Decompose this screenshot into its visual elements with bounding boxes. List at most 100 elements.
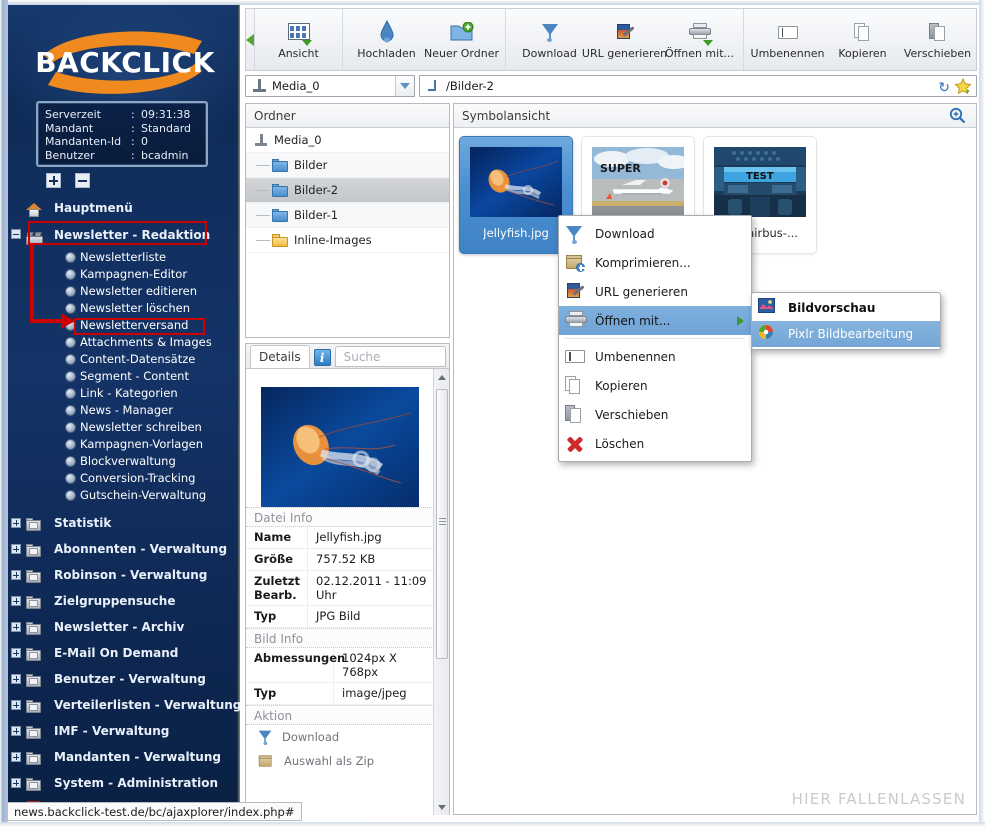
details-scrollbar[interactable] (433, 369, 449, 815)
expand-icon[interactable] (11, 570, 21, 580)
toolbar-button-verschieben[interactable]: Verschieben (900, 14, 975, 66)
sidebar-item-conversion-tracking[interactable]: Conversion-Tracking (8, 470, 240, 487)
search-input[interactable]: Suche (334, 346, 446, 367)
expand-icon[interactable] (11, 648, 21, 658)
submenu-item-pixlr[interactable]: Pixlr Bildbearbeitung (752, 321, 940, 347)
sidebar-item-newsletter-loeschen[interactable]: Newsletter löschen (8, 300, 240, 317)
sidebar-item-kampagnen-editor[interactable]: Kampagnen-Editor (8, 266, 240, 283)
toolbar-button-oeffnen-mit[interactable]: Öffnen mit... (662, 14, 737, 66)
view-grid-icon (287, 19, 312, 46)
tree-item-inline-images[interactable]: Inline-Images (246, 228, 449, 253)
bullet-icon (66, 440, 75, 449)
context-menu-item-url-generieren[interactable]: URL generieren (559, 277, 751, 306)
toolbar-button-umbenennen[interactable]: Umbenennen (750, 14, 825, 66)
status-bar-url: news.backclick-test.de/bc/ajaxplorer/ind… (8, 802, 302, 821)
tree-item-label: Bilder-1 (294, 207, 339, 222)
expand-icon[interactable] (11, 778, 21, 788)
sidebar-item-link-kategorien[interactable]: Link - Kategorien (8, 385, 240, 402)
collapse-icon[interactable] (11, 229, 21, 239)
toolbar-button-loeschen[interactable]: Löschen (975, 14, 985, 66)
parent-folder-icon[interactable] (426, 78, 442, 94)
sidebar-item-newsletter-editieren[interactable]: Newsletter editieren (8, 283, 240, 300)
sidebar-item-statistik[interactable]: Statistik (8, 510, 240, 536)
tree-root-item[interactable]: Media_0 (246, 128, 449, 153)
sidebar-item-abonnenten-verwaltung[interactable]: Abonnenten - Verwaltung (8, 536, 240, 562)
sidebar-item-newsletterliste[interactable]: Newsletterliste (8, 249, 240, 266)
toolbar-button-kopieren[interactable]: Kopieren (825, 14, 900, 66)
sidebar-item-hauptmenu[interactable]: Hauptmenü (8, 195, 240, 221)
sidebar-item-newsletter-schreiben[interactable]: Newsletter schreiben (8, 419, 240, 436)
collapse-all-button[interactable] (75, 173, 91, 188)
toolbar-button-download[interactable]: Download (512, 14, 587, 66)
expand-icon[interactable] (11, 518, 21, 528)
folder-tree-panel: Ordner Media_0 Bilder Bilder-2 Bilder-1 (245, 103, 450, 338)
context-menu-item-komprimieren[interactable]: Komprimieren... (559, 248, 751, 277)
tree-item-label: Bilder (294, 157, 328, 172)
repository-select[interactable]: Media_0 (245, 75, 415, 97)
toolbar-button-ansicht[interactable]: Ansicht (261, 14, 336, 66)
toolbar-button-url-generieren[interactable]: URL generieren (582, 14, 667, 66)
scroll-down-button[interactable] (434, 799, 450, 815)
sidebar-item-robinson-verwaltung[interactable]: Robinson - Verwaltung (8, 562, 240, 588)
sidebar-item-imf-verwaltung[interactable]: IMF - Verwaltung (8, 718, 240, 744)
expand-icon[interactable] (11, 752, 21, 762)
toolbar-button-neuer-ordner[interactable]: Neuer Ordner (424, 14, 499, 66)
sidebar-item-newsletter-archiv[interactable]: Newsletter - Archiv (8, 614, 240, 640)
action-download[interactable]: Download (246, 725, 434, 749)
refresh-icon[interactable]: ↻ (938, 79, 950, 96)
sidebar-item-verteilerlisten-verwaltung[interactable]: Verteilerlisten - Verwaltung (8, 692, 240, 718)
expand-icon[interactable] (11, 726, 21, 736)
expand-icon[interactable] (11, 674, 21, 684)
sidebar-item-mandanten-verwaltung[interactable]: Mandanten - Verwaltung (8, 744, 240, 770)
submenu-item-label: Bildvorschau (788, 301, 876, 315)
scroll-up-button[interactable] (434, 369, 449, 385)
context-menu-item-umbenennen[interactable]: Umbenennen (559, 342, 751, 371)
sidebar-item-attachments-images[interactable]: Attachments & Images (8, 334, 240, 351)
sidebar-item-segment-content[interactable]: Segment - Content (8, 368, 240, 385)
sidebar-item-zielgruppensuche[interactable]: Zielgruppensuche (8, 588, 240, 614)
sidebar-item-gutschein-verwaltung[interactable]: Gutschein-Verwaltung (8, 487, 240, 504)
path-input[interactable]: /Bilder-2 ↻ (419, 75, 977, 97)
action-zip[interactable]: Auswahl als Zip (246, 749, 434, 773)
toolbar-button-hochladen[interactable]: Hochladen (349, 14, 424, 66)
sidebar-item-news-manager[interactable]: News - Manager (8, 402, 240, 419)
sidebar-item-email-on-demand[interactable]: E-Mail On Demand (8, 640, 240, 666)
details-body: Datei Info Name Jellyfish.jpg Größe 757.… (246, 369, 434, 815)
tree-item-bilder[interactable]: Bilder (246, 153, 449, 178)
file-item-jellyfish[interactable]: Jellyfish.jpg (459, 136, 573, 254)
sidebar-item-kampagnen-vorlagen[interactable]: Kampagnen-Vorlagen (8, 436, 240, 453)
sidebar-subitem-label: Blockverwaltung (80, 454, 176, 468)
chevron-down-icon[interactable] (395, 76, 414, 96)
sidebar-item-newsletter-redaktion[interactable]: Newsletter - Redaktion (8, 221, 240, 249)
expand-icon[interactable] (11, 700, 21, 710)
expand-icon[interactable] (11, 596, 21, 606)
tree-expand-controls (46, 173, 101, 191)
zip-icon (258, 754, 274, 768)
scrollbar-thumb[interactable] (436, 389, 448, 659)
sidebar-subitem-label: Kampagnen-Editor (80, 267, 188, 281)
detail-value: 02.12.2011 - 11:09 Uhr (316, 574, 427, 602)
context-menu-item-verschieben[interactable]: Verschieben (559, 400, 751, 429)
sidebar-item-system-administration[interactable]: System - Administration (8, 770, 240, 796)
context-menu-item-kopieren[interactable]: Kopieren (559, 371, 751, 400)
tab-details[interactable]: Details (250, 345, 310, 368)
context-menu-item-download[interactable]: Download (559, 219, 751, 248)
context-menu-item-oeffnen-mit[interactable]: Öffnen mit... (559, 306, 751, 335)
expand-icon[interactable] (11, 544, 21, 554)
star-bookmark-icon[interactable] (954, 77, 972, 95)
context-menu-item-loeschen[interactable]: Löschen (559, 429, 751, 458)
sidebar-item-content-datensaetze[interactable]: Content-Datensätze (8, 351, 240, 368)
tree-item-bilder-1[interactable]: Bilder-1 (246, 203, 449, 228)
info-icon[interactable]: i (313, 349, 331, 366)
sidebar-item-newsletterversand[interactable]: Newsletterversand (8, 317, 240, 334)
sidebar-item-benutzer-verwaltung[interactable]: Benutzer - Verwaltung (8, 666, 240, 692)
upload-icon (378, 19, 396, 45)
sidebar-item-blockverwaltung[interactable]: Blockverwaltung (8, 453, 240, 470)
submenu-item-bildvorschau[interactable]: Bildvorschau (752, 295, 940, 321)
tree-item-label: Media_0 (274, 132, 322, 147)
expand-icon[interactable] (11, 622, 21, 632)
tree-item-bilder-2[interactable]: Bilder-2 (246, 178, 449, 203)
context-menu-item-label: Komprimieren... (595, 255, 691, 270)
toolbar-scroll-left-button[interactable] (246, 9, 255, 70)
expand-all-button[interactable] (46, 173, 61, 188)
